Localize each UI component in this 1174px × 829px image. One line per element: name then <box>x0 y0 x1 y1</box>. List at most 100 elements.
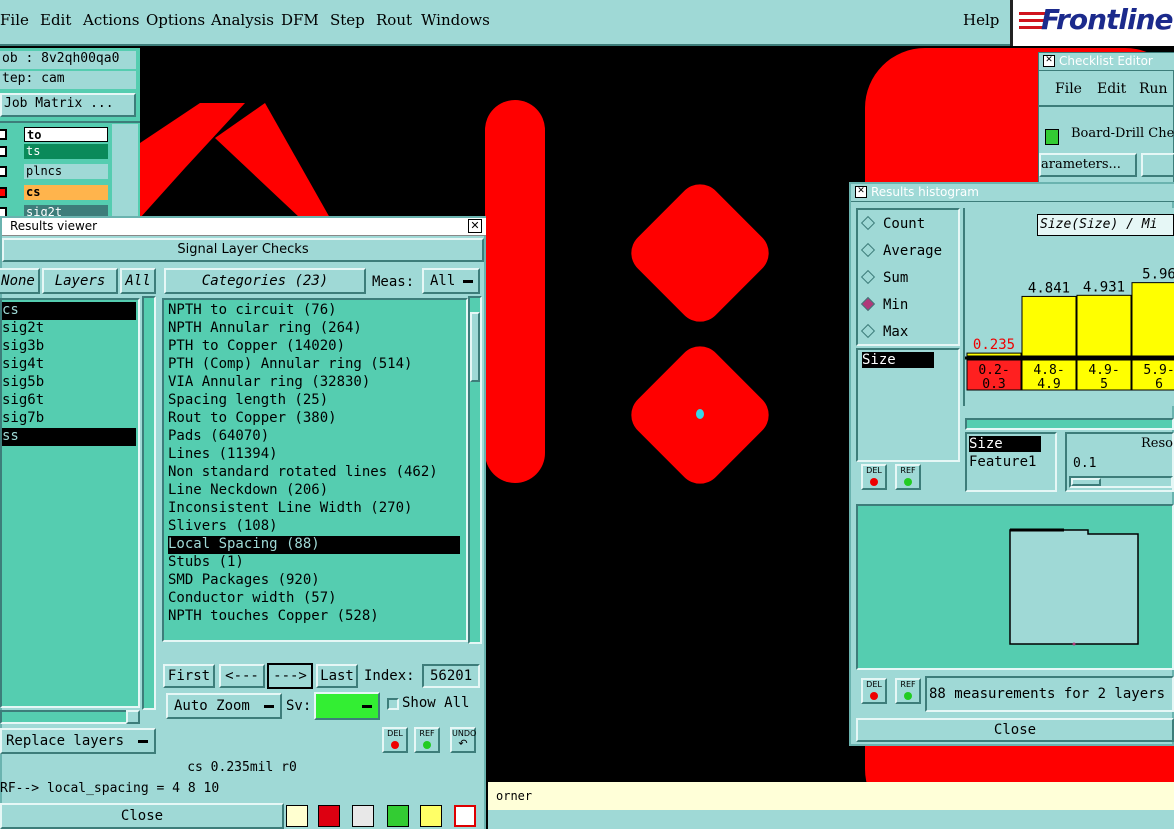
layer-checkbox[interactable] <box>0 146 7 157</box>
menu-help[interactable]: Help <box>963 11 999 29</box>
list-item[interactable]: cs <box>2 302 136 320</box>
ref-cross-icon[interactable] <box>352 805 374 827</box>
parameters-button[interactable]: arameters... <box>1039 153 1137 177</box>
layer-row[interactable]: to <box>0 127 108 142</box>
ce-button-2[interactable] <box>1141 153 1174 177</box>
categories-list[interactable]: NPTH to circuit (76) NPTH Annular ring (… <box>162 298 468 642</box>
layer-list[interactable]: cs sig2t sig3b sig4t sig5b sig6t sig7b s… <box>0 298 140 708</box>
none-button[interactable]: None <box>0 268 40 294</box>
list-item[interactable]: Stubs (1) <box>168 554 460 572</box>
list-item[interactable]: Line Neckdown (206) <box>168 482 460 500</box>
prev-button[interactable]: <--- <box>219 664 265 688</box>
resolution-slider[interactable] <box>1069 476 1173 488</box>
step-icon[interactable] <box>387 805 409 827</box>
histogram-bar[interactable] <box>1131 282 1174 357</box>
list-item[interactable]: Size <box>862 352 934 368</box>
list-item[interactable]: sig6t <box>2 392 136 410</box>
results-viewer-titlebar[interactable]: Results viewer <box>2 218 486 236</box>
categories-scrollbar[interactable] <box>468 296 482 644</box>
sum-radio[interactable]: Sum <box>860 269 908 286</box>
list-item[interactable]: VIA Annular ring (32830) <box>168 374 460 392</box>
index-field[interactable]: 56201 <box>422 664 480 688</box>
list-item[interactable]: Feature1 <box>969 454 1036 470</box>
preview-del-button[interactable]: DEL <box>861 678 887 704</box>
size-list[interactable]: Size <box>856 348 960 462</box>
last-button[interactable]: Last <box>316 664 358 688</box>
histogram-close-button[interactable]: Close <box>856 718 1174 742</box>
menu-rout[interactable]: Rout <box>376 11 412 29</box>
hist-del-button[interactable]: DEL <box>861 464 887 490</box>
ce-menu-file[interactable]: File <box>1055 81 1082 97</box>
list-item[interactable]: Pads (64070) <box>168 428 460 446</box>
menu-edit[interactable]: Edit <box>40 11 71 29</box>
all-layers-button[interactable]: All <box>120 268 156 294</box>
list-item[interactable]: sig7b <box>2 410 136 428</box>
list-item[interactable]: sig4t <box>2 356 136 374</box>
max-radio[interactable]: Max <box>860 323 908 340</box>
histogram-scrollbar[interactable] <box>965 418 1174 430</box>
list-item[interactable]: Rout to Copper (380) <box>168 410 460 428</box>
hist-ref-button[interactable]: REF <box>895 464 921 490</box>
close-icon[interactable]: ✕ <box>1043 55 1055 67</box>
checklist-item[interactable]: Board-Drill Che <box>1071 126 1174 141</box>
list-item[interactable]: Inconsistent Line Width (270) <box>168 500 460 518</box>
layer-checkbox[interactable] <box>0 166 7 177</box>
flag-icon[interactable] <box>286 805 308 827</box>
sv-color-dropdown[interactable] <box>314 692 380 720</box>
slider-handle[interactable] <box>1071 478 1101 486</box>
list-item[interactable]: sig5b <box>2 374 136 392</box>
next-button[interactable]: ---> <box>267 663 313 689</box>
measurement-marker[interactable] <box>696 409 704 419</box>
undo-button[interactable]: UNDO ↶ <box>450 727 476 753</box>
pad-icon[interactable] <box>318 805 340 827</box>
count-radio[interactable]: Count <box>860 215 925 232</box>
categories-button[interactable]: Categories (23) <box>164 268 366 294</box>
menu-windows[interactable]: Windows <box>421 11 490 29</box>
list-item[interactable]: PTH to Copper (14020) <box>168 338 460 356</box>
list-item[interactable]: Spacing length (25) <box>168 392 460 410</box>
list-item[interactable]: Slivers (108) <box>168 518 460 536</box>
close-icon[interactable]: ✕ <box>468 219 482 233</box>
list-item[interactable]: Size <box>969 436 1041 452</box>
histogram-icon[interactable] <box>454 805 476 827</box>
list-item[interactable]: Conductor width (57) <box>168 590 460 608</box>
ce-menu-run[interactable]: Run <box>1139 81 1168 97</box>
list-item[interactable]: sig2t <box>2 320 136 338</box>
list-item[interactable]: Lines (11394) <box>168 446 460 464</box>
list-item[interactable]: NPTH touches Copper (528) <box>168 608 460 626</box>
attribute-list[interactable]: Size Feature1 <box>965 432 1057 492</box>
meas-dropdown[interactable]: All <box>422 268 480 294</box>
first-button[interactable]: First <box>163 664 215 688</box>
list-item[interactable]: NPTH to circuit (76) <box>168 302 460 320</box>
menu-analysis[interactable]: Analysis <box>211 11 274 29</box>
layer-row[interactable]: plncs <box>0 164 108 179</box>
menu-dfm[interactable]: DFM <box>281 11 319 29</box>
scroll-thumb[interactable] <box>470 312 480 382</box>
layer-row[interactable]: cs <box>0 185 108 200</box>
layer-checkbox[interactable] <box>0 129 7 140</box>
min-radio[interactable]: Min <box>860 296 908 313</box>
layer-list-scrollbar[interactable] <box>142 296 156 710</box>
list-item[interactable]: NPTH Annular ring (264) <box>168 320 460 338</box>
list-item[interactable]: ss <box>2 428 136 446</box>
list-item[interactable]: PTH (Comp) Annular ring (514) <box>168 356 460 374</box>
ref-button[interactable]: REF <box>414 727 440 753</box>
average-radio[interactable]: Average <box>860 242 942 259</box>
list-item[interactable]: Non standard rotated lines (462) <box>168 464 460 482</box>
show-all-checkbox[interactable] <box>387 698 399 710</box>
close-icon[interactable]: ✕ <box>855 186 867 198</box>
layer-checkbox[interactable] <box>0 187 7 198</box>
layer-row[interactable]: ts <box>0 144 108 159</box>
histogram-titlebar[interactable]: ✕ Results histogram <box>851 184 1174 202</box>
note-icon[interactable] <box>420 805 442 827</box>
list-item[interactable]: SMD Packages (920) <box>168 572 460 590</box>
menu-file[interactable]: File <box>0 11 29 29</box>
preview-ref-button[interactable]: REF <box>895 678 921 704</box>
list-item-selected[interactable]: Local Spacing (88) <box>168 536 460 554</box>
checklist-editor-titlebar[interactable]: ✕ Checklist Editor <box>1039 53 1174 71</box>
ce-menu-edit[interactable]: Edit <box>1097 81 1126 97</box>
list-item[interactable]: sig3b <box>2 338 136 356</box>
board-preview[interactable] <box>856 504 1174 670</box>
histogram-bar[interactable] <box>1021 295 1077 357</box>
histogram-bar[interactable] <box>1076 294 1132 357</box>
